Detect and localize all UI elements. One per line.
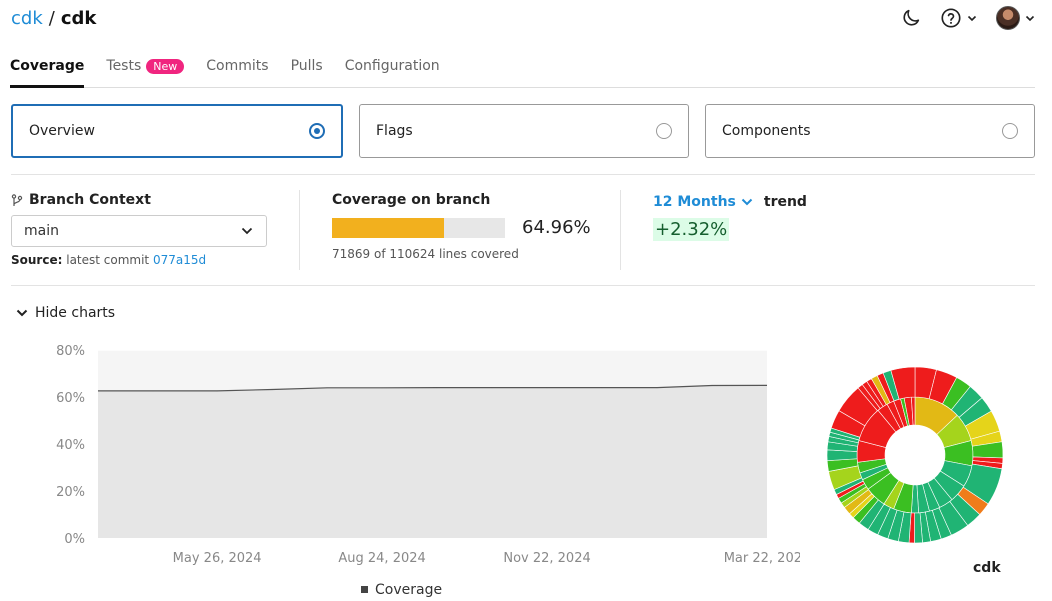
option-label: Flags: [376, 123, 413, 139]
x-tick-label: May 26, 2024: [173, 551, 262, 566]
chevron-down-icon: [741, 198, 753, 206]
trend-change: +2.32%: [653, 218, 730, 241]
divider: [11, 285, 1035, 286]
coverage-summary: Coverage on branch 64.96% 71869 of 11062…: [332, 192, 592, 261]
data-point: [491, 387, 493, 389]
breadcrumb: cdk / cdk: [11, 8, 96, 29]
header-actions: [900, 6, 1036, 30]
y-tick-label: 40%: [56, 438, 85, 453]
radio-selected-icon: [309, 123, 325, 139]
coverage-progress-bar: [332, 217, 505, 238]
chevron-down-icon: [16, 309, 28, 317]
data-point: [766, 384, 768, 386]
sunburst-label: cdk: [973, 560, 1001, 576]
data-point: [216, 390, 218, 392]
view-selector: Overview Flags Components: [11, 104, 1035, 158]
coverage-progress-fill: [332, 217, 445, 238]
data-point: [326, 387, 328, 389]
trend-period-select[interactable]: 12 Months: [653, 194, 754, 210]
data-point: [271, 388, 273, 390]
divider: [11, 174, 1035, 175]
branch-context-title: Branch Context: [11, 192, 267, 208]
legend-swatch: [361, 586, 368, 593]
moon-icon: [903, 9, 920, 26]
tab-label: Configuration: [344, 58, 440, 74]
branch-select-value: main: [24, 223, 59, 239]
tab-label: Commits: [206, 58, 269, 74]
option-label: Overview: [29, 123, 95, 139]
data-point: [97, 390, 99, 392]
tab-tests[interactable]: Tests New: [106, 56, 185, 87]
theme-toggle-button[interactable]: [900, 7, 922, 29]
source-label: Source:: [11, 253, 63, 267]
data-point: [601, 387, 603, 389]
chevron-down-icon: [967, 15, 977, 22]
commit-link[interactable]: 077a15d: [153, 253, 206, 267]
source-text: latest commit: [66, 253, 150, 267]
tab-configuration[interactable]: Configuration: [345, 56, 440, 87]
legend-label: Coverage: [375, 582, 442, 598]
option-label: Components: [722, 123, 811, 139]
coverage-area-chart: 80% 60% 40% 20% 0% May 26, 2024 Aug 24, 2024 No…: [56, 344, 800, 598]
coverage-sunburst-chart: [826, 366, 1004, 544]
new-badge: New: [146, 59, 185, 74]
data-point: [152, 390, 154, 392]
source-info: Source: latest commit 077a15d: [11, 253, 267, 267]
git-branch-icon: [11, 193, 23, 206]
breadcrumb-separator: /: [48, 8, 55, 29]
y-tick-label: 60%: [56, 391, 85, 406]
coverage-title: Coverage on branch: [332, 192, 491, 208]
branch-context: Branch Context main Source: latest commi…: [11, 192, 267, 267]
hide-charts-toggle[interactable]: Hide charts: [15, 305, 115, 321]
avatar: [996, 6, 1020, 30]
tab-label: Tests: [106, 58, 142, 74]
data-point: [711, 384, 713, 386]
flags-option[interactable]: Flags: [359, 104, 689, 158]
coverage-trend: 12 Months trend +2.32%: [653, 194, 807, 241]
y-tick-label: 20%: [56, 485, 85, 500]
help-menu-button[interactable]: [940, 7, 978, 29]
x-tick-label: Nov 22, 2024: [503, 551, 590, 566]
trend-period-label: 12 Months: [653, 194, 736, 210]
coverage-lines: 71869 of 110624 lines covered: [332, 247, 519, 261]
x-tick-label: Mar 22, 2025: [724, 551, 800, 566]
divider: [299, 190, 300, 270]
coverage-percent: 64.96%: [522, 217, 591, 238]
branch-select[interactable]: main: [11, 215, 267, 247]
hide-charts-label: Hide charts: [35, 305, 116, 321]
data-point: [656, 387, 658, 389]
chevron-down-icon: [241, 227, 253, 235]
help-icon: [941, 8, 961, 28]
user-menu-button[interactable]: [996, 6, 1036, 30]
data-point: [546, 387, 548, 389]
branch-context-label: Branch Context: [29, 192, 151, 208]
y-tick-label: 80%: [56, 344, 85, 359]
radio-icon: [656, 123, 672, 139]
divider: [620, 190, 621, 270]
data-point: [436, 387, 438, 389]
overview-option[interactable]: Overview: [11, 104, 343, 158]
repo-tabs: Coverage Tests New Commits Pulls Configur…: [10, 56, 1035, 88]
tab-coverage[interactable]: Coverage: [10, 56, 85, 88]
data-point: [381, 387, 383, 389]
trend-label: trend: [763, 194, 807, 210]
breadcrumb-owner-link[interactable]: cdk: [11, 8, 43, 29]
radio-icon: [1002, 123, 1018, 139]
tab-pulls[interactable]: Pulls: [291, 56, 323, 87]
x-tick-label: Aug 24, 2024: [338, 551, 425, 566]
components-option[interactable]: Components: [705, 104, 1035, 158]
y-tick-label: 0%: [64, 532, 85, 547]
coverage-area: [98, 385, 767, 538]
tab-commits[interactable]: Commits: [206, 56, 268, 87]
breadcrumb-repo: cdk: [60, 8, 97, 29]
tab-label: Coverage: [10, 58, 85, 74]
chevron-down-icon: [1025, 15, 1035, 22]
tab-label: Pulls: [290, 58, 323, 74]
